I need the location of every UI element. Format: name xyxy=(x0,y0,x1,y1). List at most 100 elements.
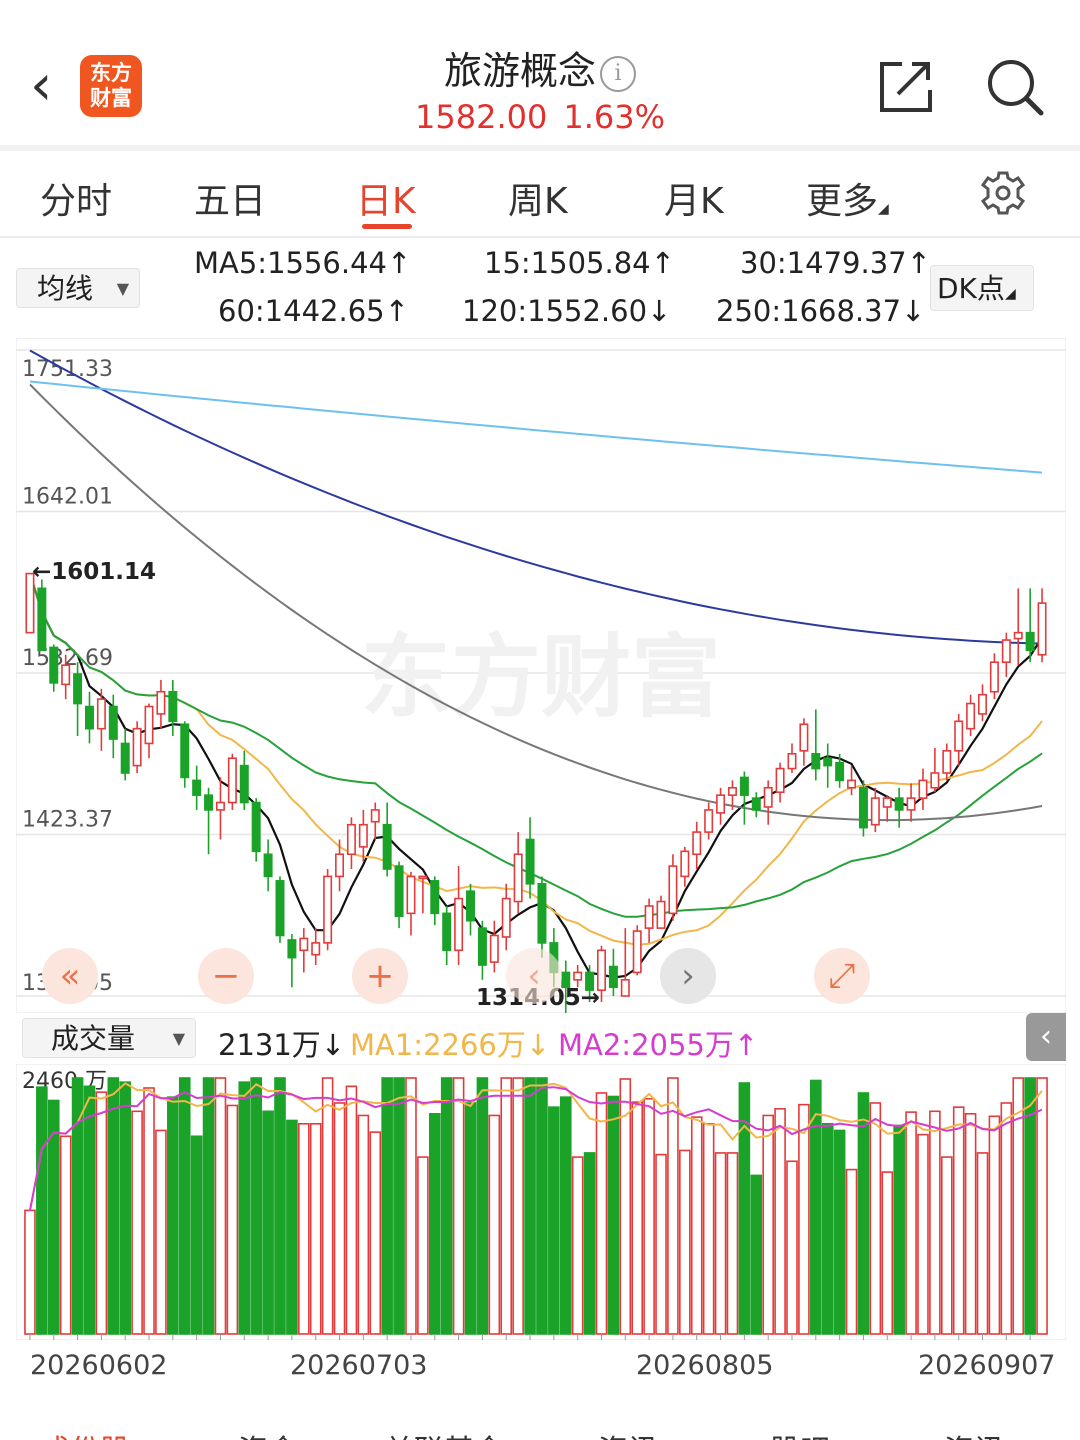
scroll-right-button[interactable]: › xyxy=(660,948,716,1004)
volume-bar-up xyxy=(1036,1077,1048,1335)
candle-down xyxy=(858,786,868,829)
bottom-tab-related-funds[interactable]: 关联基金 xyxy=(384,1426,504,1440)
volume-bar-down xyxy=(536,1077,548,1335)
candle-down xyxy=(382,823,392,870)
candle-up xyxy=(989,661,999,693)
candle-up xyxy=(906,797,916,811)
candle-up xyxy=(942,750,952,774)
divider xyxy=(0,145,1080,151)
candle-down xyxy=(477,927,487,966)
tab-more[interactable]: 更多◢ xyxy=(806,172,889,224)
candle-up xyxy=(501,897,511,938)
bottom-tab-forum[interactable]: 股吧 xyxy=(770,1426,830,1440)
volume-bar-up xyxy=(333,1102,346,1335)
candle-up xyxy=(323,875,333,944)
candle-up xyxy=(930,772,940,789)
candle-up xyxy=(632,930,642,974)
tab-monthly-k[interactable]: 月K xyxy=(664,172,724,224)
candle-up xyxy=(954,720,964,752)
candle-up xyxy=(1013,631,1023,640)
volume-bar-up xyxy=(595,1092,608,1335)
ma120-value: 120:1552.60↓ xyxy=(462,294,672,328)
kline-chart[interactable]: 东方财富 1751.331642.011532.691423.371314.05… xyxy=(16,338,1066,1013)
candle-up xyxy=(215,801,225,811)
candle-up xyxy=(132,727,142,767)
volume-chart: 2460 万 xyxy=(16,1064,1066,1340)
volume-bar-down xyxy=(274,1077,286,1335)
candle-up xyxy=(847,779,857,789)
date-label: 20260907 xyxy=(918,1350,1056,1381)
candle-up xyxy=(227,757,237,804)
volume-bar-up xyxy=(321,1077,334,1335)
ma-select-label: 均线 xyxy=(37,272,94,305)
volume-bar-up xyxy=(786,1160,798,1335)
zoom-out-button[interactable]: − xyxy=(198,948,254,1004)
volume-bar-down xyxy=(202,1077,215,1335)
volume-bar-up xyxy=(881,1171,894,1335)
bottom-tab-funds[interactable]: 资金 xyxy=(238,1426,298,1440)
candle-up xyxy=(144,705,154,745)
volume-bar-down xyxy=(893,1124,905,1335)
collapse-panel-button[interactable]: ‹ xyxy=(1026,1013,1066,1061)
volume-bar-down xyxy=(524,1077,536,1335)
info-icon[interactable]: i xyxy=(600,56,636,92)
candle-down xyxy=(525,838,535,885)
caret-icon: ◢ xyxy=(1004,286,1016,302)
tab-weekly-k[interactable]: 周K xyxy=(508,172,568,224)
tab-daily-k[interactable]: 日K xyxy=(356,172,416,224)
volume-value: 2131万↓ xyxy=(218,1028,346,1062)
candle-down xyxy=(608,965,618,989)
dk-point-button[interactable]: DK点◢ xyxy=(930,265,1034,311)
chevron-down-icon: ▼ xyxy=(172,1029,185,1048)
volume-bar-down xyxy=(178,1077,191,1335)
fullscreen-button[interactable]: ⤢ xyxy=(814,948,870,1004)
candle-down xyxy=(73,673,83,705)
price-tick-label: 1751.33 xyxy=(22,357,113,382)
volume-bar-up xyxy=(298,1122,310,1335)
candle-up xyxy=(346,823,356,856)
ma-select[interactable]: 均线 ▼ xyxy=(16,268,140,308)
bottom-tabs: 成份股 资金 关联基金 资讯 股吧 资讯 xyxy=(0,1410,1080,1440)
candle-up xyxy=(787,752,797,770)
volume-bar-down xyxy=(607,1095,620,1335)
scroll-left-fast-button[interactable]: « xyxy=(42,948,98,1004)
volume-bar-down xyxy=(750,1174,763,1335)
volume-bar-down xyxy=(262,1110,274,1335)
candle-down xyxy=(739,776,749,796)
back-button[interactable]: ‹ xyxy=(30,58,70,118)
share-icon[interactable] xyxy=(878,58,934,114)
volume-bar-up xyxy=(95,1091,108,1335)
gear-icon[interactable] xyxy=(980,170,1026,216)
price-line: 1582.00 1.63% xyxy=(380,98,700,136)
volume-bar-up xyxy=(405,1077,417,1335)
volume-bar-up xyxy=(309,1122,322,1335)
bottom-tab-info[interactable]: 资讯 xyxy=(944,1426,1004,1440)
ma15-value: 15:1505.84↑ xyxy=(484,246,675,280)
scroll-left-button[interactable]: ‹ xyxy=(506,948,562,1004)
tab-more-label: 更多 xyxy=(806,181,879,222)
volume-bar-up xyxy=(976,1152,989,1335)
candle-up xyxy=(406,875,416,915)
volume-bar-down xyxy=(286,1119,298,1335)
volume-bar-up xyxy=(59,1135,72,1335)
candle-down xyxy=(751,797,761,811)
volume-bar-up xyxy=(667,1077,679,1335)
volume-indicator-select[interactable]: 成交量 ▼ xyxy=(22,1018,196,1058)
candle-down xyxy=(84,705,94,730)
volume-bar-down xyxy=(250,1077,262,1335)
volume-bar-up xyxy=(679,1149,691,1335)
candle-down xyxy=(37,587,47,652)
candle-up xyxy=(156,690,166,715)
candle-down xyxy=(894,797,904,811)
zoom-in-button[interactable]: + xyxy=(352,948,408,1004)
candle-down xyxy=(204,794,214,811)
volume-bar-up xyxy=(726,1152,739,1335)
tab-intraday[interactable]: 分时 xyxy=(40,172,112,224)
bottom-tab-news[interactable]: 资讯 xyxy=(598,1426,658,1440)
candle-down xyxy=(466,890,476,922)
tab-five-day[interactable]: 五日 xyxy=(194,172,266,224)
volume-bar-up xyxy=(1000,1102,1013,1335)
volume-bar-up xyxy=(631,1101,644,1335)
search-icon[interactable] xyxy=(986,58,1044,116)
bottom-tab-constituents[interactable]: 成份股 xyxy=(40,1426,130,1440)
